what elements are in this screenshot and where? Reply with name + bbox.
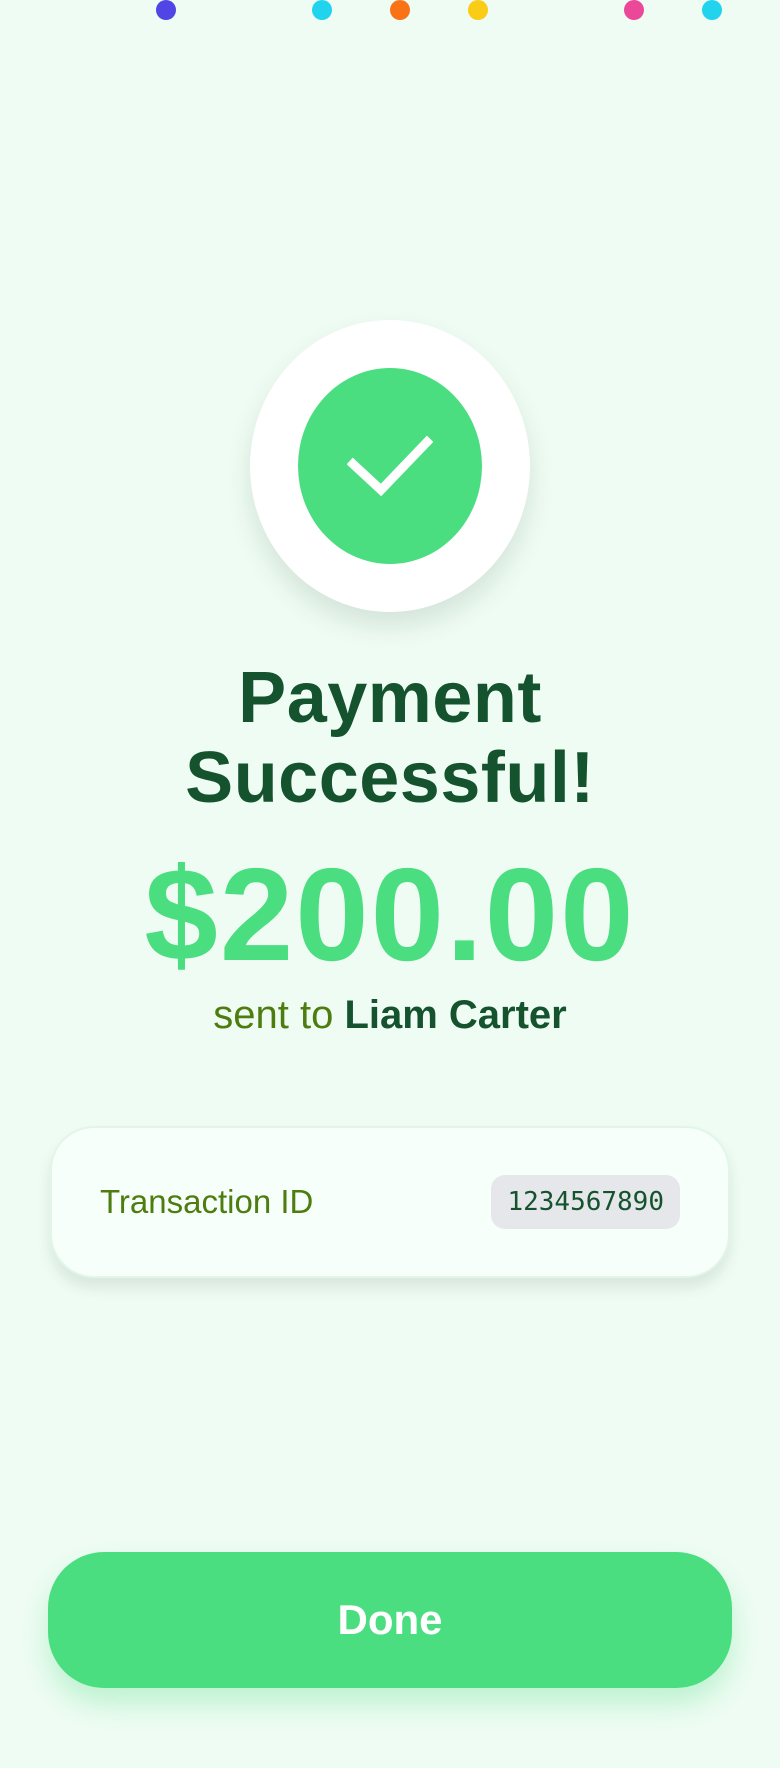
- confetti-dot: [702, 0, 722, 20]
- success-badge-circle: [298, 368, 482, 564]
- success-badge: [250, 320, 530, 612]
- recipient-name: Liam Carter: [344, 993, 567, 1037]
- transaction-id-value: 1234567890: [491, 1175, 680, 1229]
- page-title: Payment Successful!: [0, 658, 780, 818]
- sent-to-line: sent to Liam Carter: [0, 990, 780, 1040]
- title-line-1: Payment: [238, 658, 542, 738]
- confetti-dot: [468, 0, 488, 20]
- sent-to-prefix: sent to: [213, 993, 334, 1037]
- payment-success-screen: Payment Successful! $200.00 sent to Liam…: [0, 0, 780, 1768]
- transaction-id-label: Transaction ID: [100, 1183, 314, 1220]
- confetti-dot: [624, 0, 644, 20]
- title-line-2: Successful!: [185, 738, 595, 818]
- done-button[interactable]: Done: [48, 1552, 732, 1688]
- check-icon: [347, 435, 433, 497]
- transaction-card: Transaction ID 1234567890: [50, 1126, 730, 1278]
- confetti-dot: [312, 0, 332, 20]
- payment-amount: $200.00: [144, 841, 636, 988]
- confetti-dot: [390, 0, 410, 20]
- confetti-dot: [156, 0, 176, 20]
- confetti: [0, 0, 780, 30]
